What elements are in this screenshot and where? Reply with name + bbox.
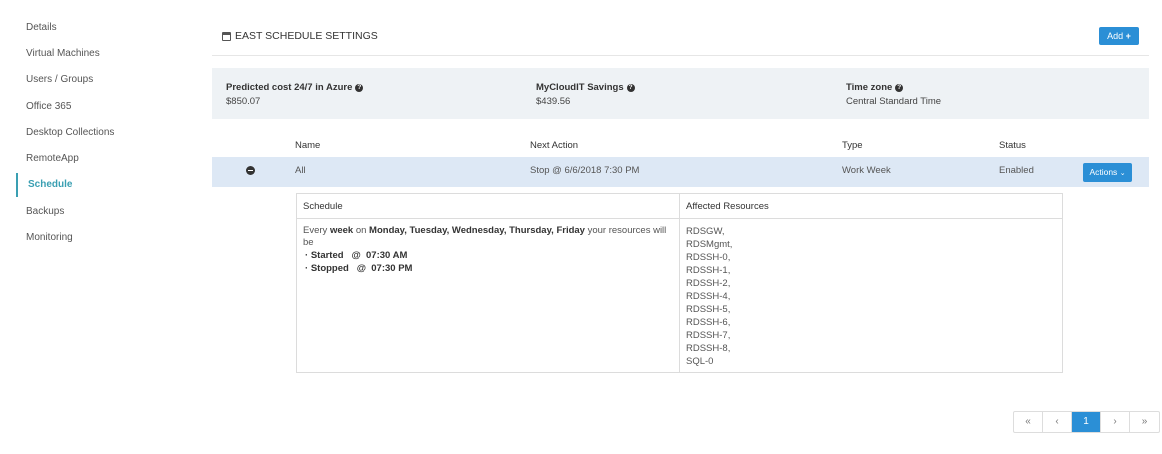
chevron-down-icon: ⌄	[1119, 170, 1126, 177]
resources-header: Affected Resources	[680, 194, 1062, 219]
schedule-stopped-text: Stopped @ 07:30 PM	[310, 263, 413, 274]
predicted-cost-label: Predicted cost 24/7 in Azure	[226, 82, 353, 93]
page-title: EAST SCHEDULE SETTINGS	[222, 30, 378, 42]
time-zone: Time zone? Central Standard Time	[846, 82, 941, 107]
schedule-every: Every	[303, 225, 328, 236]
time-zone-value: Central Standard Time	[846, 96, 942, 107]
sidebar-item-schedule[interactable]: Schedule	[16, 173, 190, 197]
column-header-type: Type	[842, 140, 863, 151]
list-item: RDSSH-2,	[686, 278, 731, 289]
resources-column: Affected Resources RDSGW, RDSMgmt, RDSSH…	[680, 194, 1062, 372]
list-item: RDSSH-7,	[686, 330, 731, 341]
collapse-icon[interactable]	[246, 166, 255, 175]
cost-summary: Predicted cost 24/7 in Azure? $850.07 My…	[212, 68, 1149, 119]
schedule-week: week	[329, 225, 354, 236]
prev-page-button[interactable]: ‹	[1043, 412, 1072, 432]
row-name: All	[295, 165, 306, 176]
schedule-column: Schedule Every week on Monday, Tuesday, …	[297, 194, 680, 372]
list-item: RDSSH-0,	[686, 252, 731, 263]
schedule-detail: Schedule Every week on Monday, Tuesday, …	[296, 193, 1063, 373]
column-header-name: Name	[295, 140, 321, 151]
sidebar-item-virtual-machines[interactable]: Virtual Machines	[16, 42, 190, 66]
help-icon[interactable]: ?	[355, 83, 364, 92]
savings: MyCloudIT Savings? $439.56	[536, 82, 635, 107]
predicted-cost: Predicted cost 24/7 in Azure? $850.07	[226, 82, 364, 107]
schedule-description: Every week on Monday, Tuesday, Wednesday…	[297, 219, 679, 249]
last-page-button[interactable]: »	[1130, 412, 1159, 432]
schedule-on: on	[355, 225, 367, 236]
actions-button[interactable]: Actions ⌄	[1083, 163, 1132, 182]
row-next-action: Stop @ 6/6/2018 7:30 PM	[530, 165, 640, 176]
schedule-header: Schedule	[297, 194, 679, 219]
current-page-button[interactable]: 1	[1072, 412, 1101, 432]
savings-label: MyCloudIT Savings	[536, 82, 624, 93]
schedule-started-text: Started @ 07:30 AM	[310, 250, 408, 261]
sidebar-item-backups[interactable]: Backups	[16, 200, 190, 224]
list-item: RDSSH-6,	[686, 317, 731, 328]
sidebar-item-details[interactable]: Details	[16, 16, 190, 40]
list-item: RDSSH-5,	[686, 304, 731, 315]
sidebar-item-users-groups[interactable]: Users / Groups	[16, 68, 190, 92]
column-header-next-action: Next Action	[530, 140, 579, 151]
table-header: Name Next Action Type Status	[212, 134, 1149, 156]
plus-icon: +	[1125, 31, 1131, 41]
page-header: EAST SCHEDULE SETTINGS Add +	[212, 24, 1149, 56]
time-zone-label: Time zone	[846, 82, 893, 93]
first-page-button[interactable]: «	[1014, 412, 1043, 432]
actions-button-label: Actions	[1089, 167, 1118, 177]
sidebar-item-desktop-collections[interactable]: Desktop Collections	[16, 121, 190, 145]
main-content: EAST SCHEDULE SETTINGS Add + Predicted c…	[212, 0, 1160, 454]
resources-list: RDSGW, RDSMgmt, RDSSH-0, RDSSH-1, RDSSH-…	[680, 219, 1062, 368]
sidebar-item-office-365[interactable]: Office 365	[16, 95, 190, 119]
savings-value: $439.56	[536, 96, 571, 107]
schedule-stopped: · Stopped @ 07:30 PM	[305, 263, 413, 274]
row-type: Work Week	[842, 165, 891, 176]
column-header-status: Status	[999, 140, 1026, 151]
predicted-cost-value: $850.07	[226, 96, 261, 107]
list-item: RDSMgmt,	[686, 239, 733, 250]
add-button[interactable]: Add +	[1099, 27, 1139, 45]
schedule-days: Monday, Tuesday, Wednesday, Thursday, Fr…	[369, 225, 585, 236]
sidebar: Details Virtual Machines Users / Groups …	[0, 0, 190, 454]
list-item: RDSGW,	[686, 226, 725, 237]
sidebar-item-monitoring[interactable]: Monitoring	[16, 226, 190, 250]
sidebar-item-remoteapp[interactable]: RemoteApp	[16, 147, 190, 171]
add-button-label: Add	[1107, 31, 1124, 41]
schedule-started: · Started @ 07:30 AM	[305, 250, 408, 261]
help-icon[interactable]: ?	[895, 83, 904, 92]
page-title-text: EAST SCHEDULE SETTINGS	[235, 30, 378, 42]
pagination: « ‹ 1 › »	[1013, 411, 1160, 433]
table-row[interactable]: All Stop @ 6/6/2018 7:30 PM Work Week En…	[212, 157, 1149, 187]
calendar-icon	[222, 31, 231, 41]
list-item: RDSSH-1,	[686, 265, 731, 276]
list-item: RDSSH-8,	[686, 343, 731, 354]
list-item: SQL-0	[686, 356, 714, 367]
list-item: RDSSH-4,	[686, 291, 731, 302]
next-page-button[interactable]: ›	[1101, 412, 1130, 432]
help-icon[interactable]: ?	[626, 83, 635, 92]
row-status: Enabled	[999, 165, 1034, 176]
